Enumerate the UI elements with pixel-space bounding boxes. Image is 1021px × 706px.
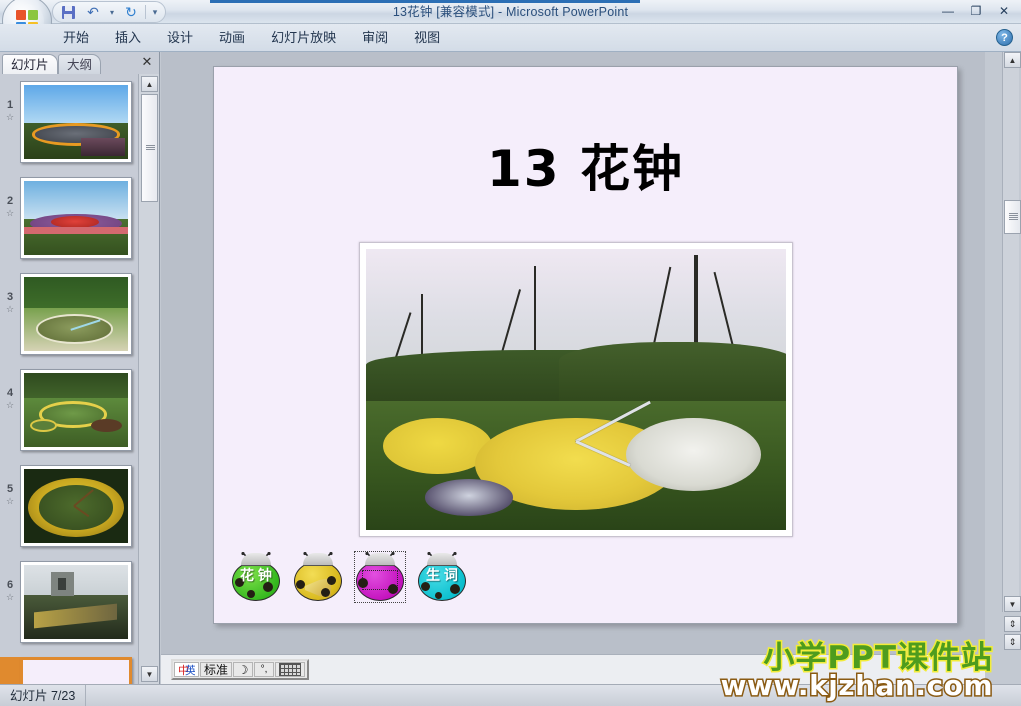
thumbnail-item[interactable]: 5 ☆ [0,458,137,554]
undo-dropdown-icon[interactable]: ▾ [107,3,117,21]
slide-number: 1 ☆ [5,98,15,122]
save-button[interactable] [57,3,79,21]
bug-button-magenta[interactable] [354,551,406,603]
ribbon-tabs: 开始 插入 设计 动画 幻灯片放映 审阅 视图 [50,24,453,52]
tab-outline[interactable]: 大纲 [58,54,102,74]
slide-thumbnail[interactable] [20,81,132,163]
ime-shape-button[interactable]: ☽ [233,662,254,677]
ime-punctuation-button[interactable]: °, [254,662,275,677]
tab-view[interactable]: 视图 [401,24,453,52]
tab-animations[interactable]: 动画 [206,24,258,52]
ime-language-button[interactable]: 中 英 [174,662,199,677]
thumbnail-image [24,565,128,639]
ime-toolbar: 中 英 标准 ☽ °, [171,659,310,680]
bug-head [303,553,333,566]
tab-home[interactable]: 开始 [50,24,102,52]
tab-slideshow[interactable]: 幻灯片放映 [258,24,349,52]
slide-thumbnail[interactable] [20,465,132,547]
slide-thumbnail[interactable] [20,369,132,451]
slide-counter: 幻灯片 7/23 [0,684,87,706]
redo-button[interactable]: ↻ [120,3,142,21]
bug-body [294,561,342,601]
tab-slides[interactable]: 幻灯片 [2,54,58,74]
slide-thumbnail[interactable] [20,177,132,259]
scroll-down-icon[interactable]: ▼ [1004,596,1021,612]
undo-button[interactable]: ↶ [82,3,104,21]
thumbnail-item[interactable]: 1 ☆ [0,74,137,170]
thumbnail-image [24,85,128,159]
current-slide[interactable]: 13 花钟 花 钟 生 词 [213,66,958,624]
flower-clock-photo [366,249,786,530]
close-button[interactable]: ✕ [991,2,1017,20]
powerpoint-window: 13花钟 [兼容模式] - Microsoft PowerPoint — ❐ ✕… [0,0,1021,706]
customize-qat-icon[interactable]: ▾ [149,3,161,21]
ime-mode-button[interactable]: 标准 [200,662,233,677]
thumbnail-item[interactable]: 2 ☆ [0,170,137,266]
panel-tab-bar: 大纲 幻灯片 ✕ [0,52,160,74]
bug-button-shengci[interactable]: 生 词 [418,552,466,601]
thumbnail-image: 13 花钟 [23,660,129,684]
slide-scrollbar: ▲ ▼ ⇕ ⇕ [985,52,1021,654]
bug-body [356,561,404,601]
thumbnail-image [24,373,128,447]
tab-review[interactable]: 审阅 [349,24,401,52]
next-slide-button[interactable]: ⇕ [1004,634,1021,650]
maximize-button[interactable]: ❐ [963,2,989,20]
help-icon[interactable]: ? [996,29,1013,46]
slide-nav-buttons: 花 钟 生 词 [232,551,466,603]
ime-keyboard-button[interactable] [275,662,306,677]
previous-slide-button[interactable]: ⇕ [1004,616,1021,632]
scrollbar-track[interactable] [1002,52,1019,612]
slide-thumbnail[interactable]: 13 花钟 [20,657,132,684]
thumbnail-item[interactable]: 7 13 花钟 [0,650,137,684]
slide-number: 2 ☆ [5,194,15,218]
slide-photo-frame[interactable] [359,242,793,537]
slide-workspace: 13 花钟 花 钟 生 词 [161,52,985,654]
bug-button-huazhong[interactable]: 花 钟 [232,552,280,601]
slide-number: 3 ☆ [5,290,15,314]
tab-insert[interactable]: 插入 [102,24,154,52]
thumbnail-item[interactable]: 4 ☆ [0,362,137,458]
thumbnail-item[interactable]: 3 ☆ [0,266,137,362]
tab-design[interactable]: 设计 [154,24,206,52]
thumbnail-image [24,181,128,255]
save-icon [61,5,75,19]
slide-thumbnail[interactable] [20,561,132,643]
thumbnail-list[interactable]: 1 ☆ 2 ☆ 3 ☆ 4 ☆ 5 ☆ 6 ☆ [0,74,137,684]
slide-title-text[interactable]: 13 花钟 [214,129,957,201]
bug-head [365,553,395,566]
slide-number: 6 ☆ [5,578,15,602]
slide-number: 7 [0,657,20,684]
quick-access-toolbar: ↶ ▾ ↻ ▾ [52,1,166,23]
ribbon-tab-bar: 开始 插入 设计 动画 幻灯片放映 审阅 视图 ? [0,24,1021,52]
ime-language-icon: 中 英 [178,663,195,677]
thumbnail-item[interactable]: 6 ☆ [0,554,137,650]
slide-number: 5 ☆ [5,482,15,506]
minimize-button[interactable]: — [935,2,961,20]
bug-button-audio[interactable] [294,552,342,601]
panel-scrollbar[interactable]: ▲ ▼ [138,74,159,684]
scroll-thumb[interactable] [141,94,158,202]
bug-label: 生 词 [426,567,458,583]
thumbnail-image [24,277,128,351]
bug-label: 花 钟 [240,567,272,583]
svg-text:英: 英 [185,663,195,677]
status-bar: 幻灯片 7/23 [0,684,1021,706]
slide-number: 4 ☆ [5,386,15,410]
qat-separator [145,5,146,19]
scroll-up-icon[interactable]: ▲ [141,76,158,92]
scroll-up-icon[interactable]: ▲ [1004,52,1021,68]
thumbnail-image [24,469,128,543]
slides-panel: 大纲 幻灯片 ✕ 1 ☆ 2 ☆ 3 ☆ 4 ☆ 5 ☆ 6 ☆ ▲ ▼ [0,52,160,684]
window-controls: — ❐ ✕ [935,2,1017,20]
close-panel-icon[interactable]: ✕ [140,55,154,69]
slide-thumbnail[interactable] [20,273,132,355]
keyboard-icon [279,663,302,676]
scroll-down-icon[interactable]: ▼ [141,666,158,682]
scrollbar-thumb[interactable] [1004,200,1021,234]
bottom-toolbar: 中 英 标准 ☽ °, [161,654,985,684]
